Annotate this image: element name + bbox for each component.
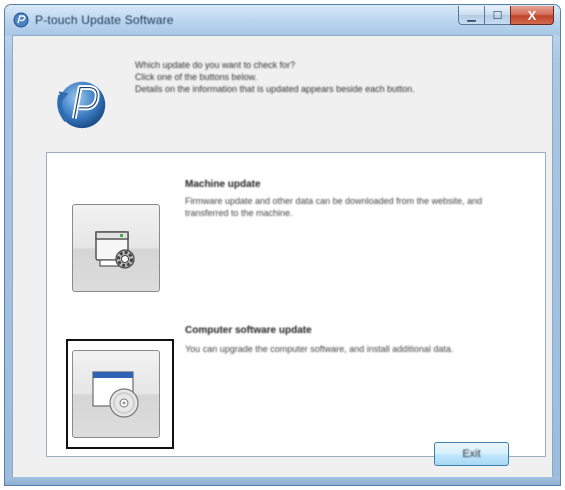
title-bar[interactable]: P-touch Update Software ▁ ☐ X <box>5 5 560 35</box>
p-touch-update-logo-icon <box>57 81 106 129</box>
update-options-panel: Machine update Firmware update and other… <box>46 152 546 457</box>
intro-text: Which update do you want to check for? C… <box>135 59 515 95</box>
app-window: P-touch Update Software ▁ ☐ X Which upda… <box>4 4 561 486</box>
dialog-content: Which update do you want to check for? C… <box>12 35 553 479</box>
computer-software-update-title: Computer software update <box>185 325 312 336</box>
computer-software-update-description: You can upgrade the computer software, a… <box>185 344 454 354</box>
machine-update-description: Firmware update and other data can be do… <box>185 196 483 218</box>
computer-software-update-button[interactable] <box>72 350 160 438</box>
machine-update-title: Machine update <box>185 179 261 190</box>
exit-button[interactable]: Exit <box>434 442 509 466</box>
intro-line-2: Click one of the buttons below. <box>135 72 258 82</box>
machine-update-button[interactable] <box>72 204 160 292</box>
minimize-button[interactable]: ▁ <box>458 6 485 25</box>
window-cd-icon <box>92 371 139 418</box>
printer-gear-icon <box>95 231 135 269</box>
maximize-icon: ☐ <box>492 9 503 22</box>
minimize-icon: ▁ <box>467 9 476 22</box>
maximize-button[interactable]: ☐ <box>484 6 511 25</box>
intro-line-1: Which update do you want to check for? <box>135 60 296 70</box>
window-bottom-border <box>5 477 560 485</box>
caption-buttons: ▁ ☐ X <box>458 6 554 25</box>
app-icon <box>13 12 29 28</box>
close-icon: X <box>527 7 537 23</box>
close-button[interactable]: X <box>510 6 554 25</box>
window-title: P-touch Update Software <box>35 13 174 27</box>
exit-button-label: Exit <box>462 448 481 460</box>
intro-line-3: Details on the information that is updat… <box>135 84 415 94</box>
